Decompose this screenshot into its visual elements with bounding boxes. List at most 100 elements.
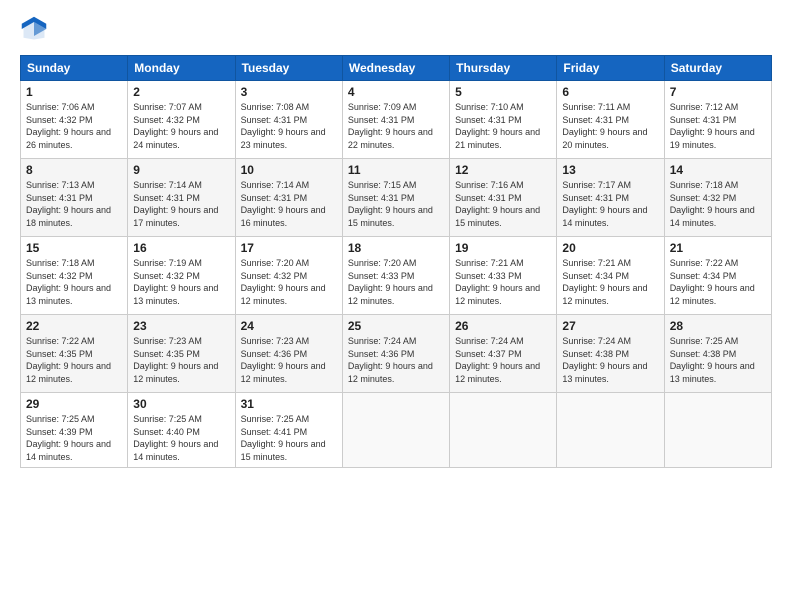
day-number: 27 [562,319,658,333]
day-info: Sunrise: 7:11 AMSunset: 4:31 PMDaylight:… [562,102,647,150]
day-info: Sunrise: 7:17 AMSunset: 4:31 PMDaylight:… [562,180,647,228]
weekday-header-saturday: Saturday [664,56,771,81]
calendar-cell: 7 Sunrise: 7:12 AMSunset: 4:31 PMDayligh… [664,81,771,159]
day-number: 12 [455,163,551,177]
day-info: Sunrise: 7:25 AMSunset: 4:39 PMDaylight:… [26,414,111,462]
day-info: Sunrise: 7:10 AMSunset: 4:31 PMDaylight:… [455,102,540,150]
day-info: Sunrise: 7:15 AMSunset: 4:31 PMDaylight:… [348,180,433,228]
calendar-cell: 13 Sunrise: 7:17 AMSunset: 4:31 PMDaylig… [557,159,664,237]
day-number: 19 [455,241,551,255]
day-number: 14 [670,163,766,177]
day-info: Sunrise: 7:21 AMSunset: 4:34 PMDaylight:… [562,258,647,306]
calendar-cell: 21 Sunrise: 7:22 AMSunset: 4:34 PMDaylig… [664,237,771,315]
calendar-cell: 24 Sunrise: 7:23 AMSunset: 4:36 PMDaylig… [235,315,342,393]
page: SundayMondayTuesdayWednesdayThursdayFrid… [0,0,792,612]
weekday-header-friday: Friday [557,56,664,81]
calendar-cell: 30 Sunrise: 7:25 AMSunset: 4:40 PMDaylig… [128,393,235,468]
day-info: Sunrise: 7:20 AMSunset: 4:32 PMDaylight:… [241,258,326,306]
weekday-header-thursday: Thursday [450,56,557,81]
calendar-cell: 12 Sunrise: 7:16 AMSunset: 4:31 PMDaylig… [450,159,557,237]
day-number: 1 [26,85,122,99]
day-number: 6 [562,85,658,99]
calendar-cell: 27 Sunrise: 7:24 AMSunset: 4:38 PMDaylig… [557,315,664,393]
day-number: 29 [26,397,122,411]
day-info: Sunrise: 7:08 AMSunset: 4:31 PMDaylight:… [241,102,326,150]
day-info: Sunrise: 7:18 AMSunset: 4:32 PMDaylight:… [26,258,111,306]
day-number: 17 [241,241,337,255]
week-row-2: 8 Sunrise: 7:13 AMSunset: 4:31 PMDayligh… [21,159,772,237]
calendar-cell: 1 Sunrise: 7:06 AMSunset: 4:32 PMDayligh… [21,81,128,159]
calendar-cell: 18 Sunrise: 7:20 AMSunset: 4:33 PMDaylig… [342,237,449,315]
day-info: Sunrise: 7:06 AMSunset: 4:32 PMDaylight:… [26,102,111,150]
calendar-cell: 6 Sunrise: 7:11 AMSunset: 4:31 PMDayligh… [557,81,664,159]
day-number: 31 [241,397,337,411]
day-number: 2 [133,85,229,99]
calendar-cell: 3 Sunrise: 7:08 AMSunset: 4:31 PMDayligh… [235,81,342,159]
calendar-cell: 14 Sunrise: 7:18 AMSunset: 4:32 PMDaylig… [664,159,771,237]
day-number: 10 [241,163,337,177]
calendar-cell: 29 Sunrise: 7:25 AMSunset: 4:39 PMDaylig… [21,393,128,468]
day-info: Sunrise: 7:25 AMSunset: 4:40 PMDaylight:… [133,414,218,462]
day-info: Sunrise: 7:07 AMSunset: 4:32 PMDaylight:… [133,102,218,150]
weekday-header-row: SundayMondayTuesdayWednesdayThursdayFrid… [21,56,772,81]
weekday-header-monday: Monday [128,56,235,81]
day-info: Sunrise: 7:23 AMSunset: 4:36 PMDaylight:… [241,336,326,384]
week-row-5: 29 Sunrise: 7:25 AMSunset: 4:39 PMDaylig… [21,393,772,468]
day-info: Sunrise: 7:09 AMSunset: 4:31 PMDaylight:… [348,102,433,150]
day-info: Sunrise: 7:16 AMSunset: 4:31 PMDaylight:… [455,180,540,228]
week-row-3: 15 Sunrise: 7:18 AMSunset: 4:32 PMDaylig… [21,237,772,315]
day-info: Sunrise: 7:25 AMSunset: 4:38 PMDaylight:… [670,336,755,384]
day-number: 22 [26,319,122,333]
day-number: 18 [348,241,444,255]
day-info: Sunrise: 7:12 AMSunset: 4:31 PMDaylight:… [670,102,755,150]
calendar-cell: 5 Sunrise: 7:10 AMSunset: 4:31 PMDayligh… [450,81,557,159]
day-number: 26 [455,319,551,333]
day-info: Sunrise: 7:19 AMSunset: 4:32 PMDaylight:… [133,258,218,306]
calendar-cell: 25 Sunrise: 7:24 AMSunset: 4:36 PMDaylig… [342,315,449,393]
day-number: 28 [670,319,766,333]
calendar-cell: 28 Sunrise: 7:25 AMSunset: 4:38 PMDaylig… [664,315,771,393]
calendar-cell: 26 Sunrise: 7:24 AMSunset: 4:37 PMDaylig… [450,315,557,393]
day-number: 21 [670,241,766,255]
calendar-cell [557,393,664,468]
day-info: Sunrise: 7:24 AMSunset: 4:37 PMDaylight:… [455,336,540,384]
header [20,15,772,43]
day-number: 8 [26,163,122,177]
day-info: Sunrise: 7:22 AMSunset: 4:34 PMDaylight:… [670,258,755,306]
calendar-cell: 2 Sunrise: 7:07 AMSunset: 4:32 PMDayligh… [128,81,235,159]
calendar-cell: 19 Sunrise: 7:21 AMSunset: 4:33 PMDaylig… [450,237,557,315]
week-row-4: 22 Sunrise: 7:22 AMSunset: 4:35 PMDaylig… [21,315,772,393]
day-number: 25 [348,319,444,333]
calendar-cell [342,393,449,468]
calendar-cell: 31 Sunrise: 7:25 AMSunset: 4:41 PMDaylig… [235,393,342,468]
day-number: 7 [670,85,766,99]
day-number: 23 [133,319,229,333]
day-number: 24 [241,319,337,333]
day-number: 4 [348,85,444,99]
day-info: Sunrise: 7:18 AMSunset: 4:32 PMDaylight:… [670,180,755,228]
day-info: Sunrise: 7:23 AMSunset: 4:35 PMDaylight:… [133,336,218,384]
calendar-cell: 11 Sunrise: 7:15 AMSunset: 4:31 PMDaylig… [342,159,449,237]
day-number: 30 [133,397,229,411]
calendar-cell: 9 Sunrise: 7:14 AMSunset: 4:31 PMDayligh… [128,159,235,237]
calendar-cell: 17 Sunrise: 7:20 AMSunset: 4:32 PMDaylig… [235,237,342,315]
calendar-cell: 23 Sunrise: 7:23 AMSunset: 4:35 PMDaylig… [128,315,235,393]
day-info: Sunrise: 7:21 AMSunset: 4:33 PMDaylight:… [455,258,540,306]
calendar-cell: 15 Sunrise: 7:18 AMSunset: 4:32 PMDaylig… [21,237,128,315]
day-info: Sunrise: 7:25 AMSunset: 4:41 PMDaylight:… [241,414,326,462]
day-info: Sunrise: 7:20 AMSunset: 4:33 PMDaylight:… [348,258,433,306]
day-info: Sunrise: 7:22 AMSunset: 4:35 PMDaylight:… [26,336,111,384]
logo-icon [20,15,48,43]
calendar-cell: 16 Sunrise: 7:19 AMSunset: 4:32 PMDaylig… [128,237,235,315]
weekday-header-tuesday: Tuesday [235,56,342,81]
day-info: Sunrise: 7:14 AMSunset: 4:31 PMDaylight:… [241,180,326,228]
day-info: Sunrise: 7:13 AMSunset: 4:31 PMDaylight:… [26,180,111,228]
calendar-cell: 20 Sunrise: 7:21 AMSunset: 4:34 PMDaylig… [557,237,664,315]
logo [20,15,54,43]
day-info: Sunrise: 7:24 AMSunset: 4:36 PMDaylight:… [348,336,433,384]
day-number: 15 [26,241,122,255]
day-number: 11 [348,163,444,177]
day-number: 20 [562,241,658,255]
calendar-cell: 10 Sunrise: 7:14 AMSunset: 4:31 PMDaylig… [235,159,342,237]
day-number: 9 [133,163,229,177]
